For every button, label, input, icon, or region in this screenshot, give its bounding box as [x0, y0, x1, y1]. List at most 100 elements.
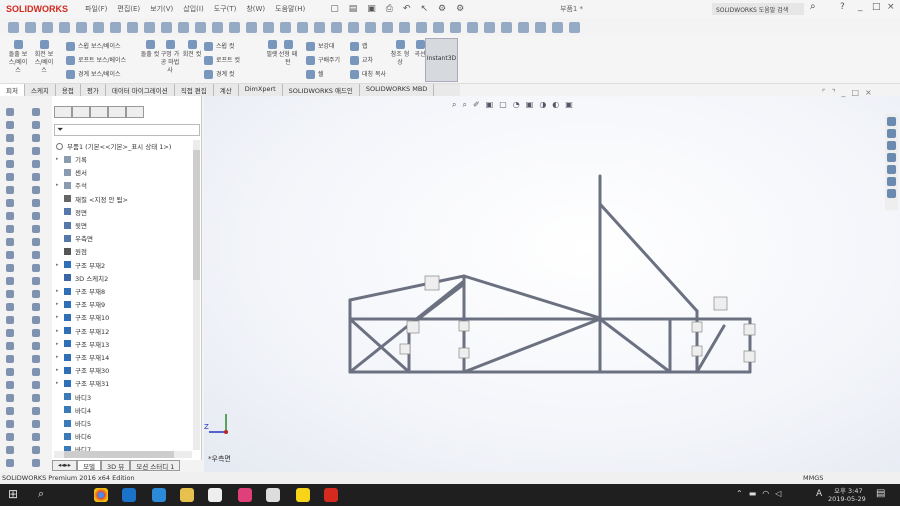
command-tab[interactable]: 스케치: [25, 84, 56, 96]
task-pane-icon[interactable]: [887, 165, 896, 174]
tree-item[interactable]: 3D 스케치2: [56, 273, 108, 283]
minimize-button[interactable]: _: [858, 2, 863, 12]
command-icon[interactable]: [32, 108, 40, 116]
display-manager-tab[interactable]: [126, 106, 144, 118]
app-icon[interactable]: [238, 488, 252, 502]
rebuild-icon[interactable]: ⚙: [438, 4, 446, 14]
toolbar-icon[interactable]: [399, 21, 410, 33]
command-icon[interactable]: [6, 264, 14, 272]
property-manager-tab[interactable]: [72, 106, 90, 118]
viewport-window-controls[interactable]: ⌜⌝_□×: [822, 88, 878, 97]
graphics-area[interactable]: [204, 96, 900, 472]
command-icon[interactable]: [32, 459, 40, 467]
open-icon[interactable]: ▤: [349, 4, 358, 14]
toolbar-icon[interactable]: [42, 21, 53, 33]
maximize-button[interactable]: □: [872, 2, 881, 12]
toolbar-icon[interactable]: [195, 21, 206, 33]
ribbon-button[interactable]: 스윕 보스/베이스: [66, 42, 121, 51]
command-icon[interactable]: [6, 329, 14, 337]
command-icon[interactable]: [6, 342, 14, 350]
tree-item[interactable]: ▸ 구조 부재30: [56, 365, 109, 375]
toolbar-icon[interactable]: [484, 21, 495, 33]
tree-item[interactable]: ▸ 구조 부재13: [56, 339, 109, 349]
command-icon[interactable]: [32, 407, 40, 415]
task-pane-icon[interactable]: [887, 129, 896, 138]
command-icon[interactable]: [32, 134, 40, 142]
scrollbar-thumb[interactable]: [193, 150, 200, 280]
command-icon[interactable]: [32, 381, 40, 389]
close-button[interactable]: ×: [887, 2, 895, 12]
task-pane[interactable]: [885, 114, 898, 210]
toolbar-icon[interactable]: [552, 21, 563, 33]
feature-manager-tab[interactable]: [54, 106, 72, 118]
bottom-tab[interactable]: 3D 뷰: [101, 460, 131, 471]
tab-scroll-buttons[interactable]: ◂◂▸▸: [52, 460, 78, 471]
toolbar-icon[interactable]: [144, 21, 155, 33]
task-pane-icon[interactable]: [887, 153, 896, 162]
command-icon[interactable]: [32, 160, 40, 168]
solidworks-taskbar-icon[interactable]: [324, 488, 338, 502]
ribbon-button[interactable]: 교차: [350, 56, 373, 65]
command-icon[interactable]: [6, 407, 14, 415]
command-icon[interactable]: [32, 277, 40, 285]
toolbar-icon[interactable]: [467, 21, 478, 33]
tree-item[interactable]: ▸ 주석: [56, 180, 87, 190]
command-icon[interactable]: [6, 173, 14, 181]
expand-arrow-icon[interactable]: ▸: [56, 367, 64, 373]
tree-item[interactable]: ▸ 구조 부재31: [56, 378, 109, 388]
command-icon[interactable]: [6, 147, 14, 155]
command-icon[interactable]: [6, 433, 14, 441]
bottom-tab[interactable]: 모델: [77, 460, 102, 471]
expand-arrow-icon[interactable]: ▸: [56, 156, 64, 162]
command-tab[interactable]: DimXpert: [239, 84, 283, 96]
kakaotalk-icon[interactable]: [296, 488, 310, 502]
task-pane-icon[interactable]: [887, 177, 896, 186]
command-icon[interactable]: [6, 186, 14, 194]
command-tab[interactable]: 직접 편집: [175, 84, 214, 96]
toolbar-icon[interactable]: [76, 21, 87, 33]
expand-arrow-icon[interactable]: ▸: [56, 301, 64, 307]
tree-item[interactable]: 우측면: [56, 233, 93, 243]
toolbar-icon[interactable]: [518, 21, 529, 33]
menu-item[interactable]: 편집(E): [112, 4, 145, 14]
command-icon[interactable]: [6, 251, 14, 259]
ime-indicator[interactable]: A: [816, 489, 822, 499]
instant3d-button[interactable]: Instant3D: [425, 38, 458, 82]
toolbar-icon[interactable]: [433, 21, 444, 33]
command-icon[interactable]: [6, 394, 14, 402]
tree-item[interactable]: ▸ 구조 부재14: [56, 352, 109, 362]
toolbar-icon[interactable]: [229, 21, 240, 33]
command-icon[interactable]: [6, 160, 14, 168]
clock-time[interactable]: 오후 3:47: [834, 485, 863, 495]
select-icon[interactable]: ↖: [421, 4, 429, 14]
toolbar-icon[interactable]: [59, 21, 70, 33]
tree-item[interactable]: ▸ 기록: [56, 154, 87, 164]
command-tab[interactable]: 계산: [214, 84, 239, 96]
command-icon[interactable]: [6, 303, 14, 311]
save-icon[interactable]: ▣: [367, 4, 376, 14]
tree-filter-input[interactable]: ⏷: [54, 124, 200, 136]
dimxpert-manager-tab[interactable]: [108, 106, 126, 118]
command-icon[interactable]: [6, 238, 14, 246]
ribbon-button[interactable]: 스윕 컷: [204, 42, 234, 51]
clock-date[interactable]: 2019-05-29: [828, 495, 866, 503]
tree-item[interactable]: ▸ 구조 부재10: [56, 312, 109, 322]
toolbar-icon[interactable]: [212, 21, 223, 33]
ribbon-button[interactable]: 회전 보스/베이스: [34, 40, 54, 75]
expand-arrow-icon[interactable]: ▸: [56, 354, 64, 360]
command-icon[interactable]: [6, 225, 14, 233]
toolbar-icon[interactable]: [8, 21, 19, 33]
command-tab[interactable]: SOLIDWORKS MBD: [360, 84, 435, 96]
tree-item[interactable]: 바디3: [56, 392, 91, 402]
toolbar-icon[interactable]: [178, 21, 189, 33]
ribbon-button[interactable]: 쉘: [306, 70, 324, 79]
command-icon[interactable]: [6, 212, 14, 220]
command-tab[interactable]: 데이터 마이그레이션: [106, 84, 175, 96]
toolbar-icon[interactable]: [535, 21, 546, 33]
tree-item[interactable]: 정면: [56, 207, 87, 217]
tree-item[interactable]: 센서: [56, 167, 87, 177]
tree-item[interactable]: ▸ 구조 부재8: [56, 286, 105, 296]
store-icon[interactable]: [208, 488, 222, 502]
command-icon[interactable]: [32, 212, 40, 220]
command-icon[interactable]: [32, 238, 40, 246]
